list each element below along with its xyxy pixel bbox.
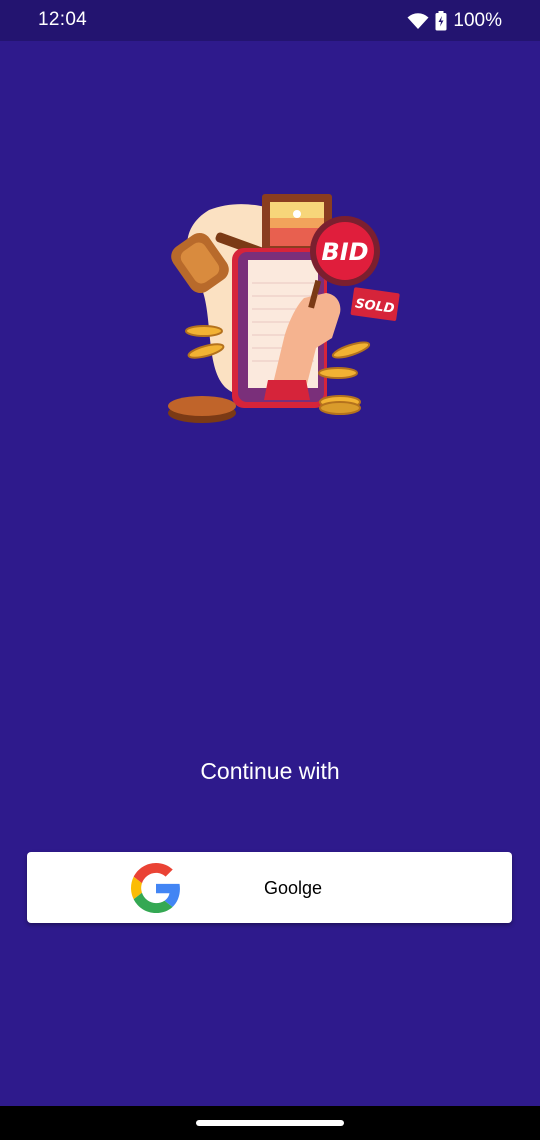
bid-paddle-icon: BID — [310, 216, 380, 286]
navigation-bar — [0, 1106, 540, 1140]
battery-icon — [435, 11, 447, 31]
sound-block-icon — [168, 396, 236, 423]
status-indicators: 100% — [407, 9, 502, 33]
auction-illustration: BID SOLD — [164, 188, 404, 433]
status-bar: 12:04 100% — [0, 0, 540, 41]
wifi-icon — [407, 13, 429, 29]
bid-sign-text: BID — [321, 238, 368, 266]
continue-with-label: Continue with — [200, 758, 340, 784]
home-gesture-handle[interactable] — [196, 1120, 344, 1126]
sold-tag-icon: SOLD — [350, 287, 400, 321]
google-signin-button[interactable]: Goolge — [27, 852, 512, 923]
google-button-label: Goolge — [263, 878, 323, 898]
battery-percent: 100% — [453, 10, 502, 31]
status-time: 12:04 — [38, 9, 88, 30]
